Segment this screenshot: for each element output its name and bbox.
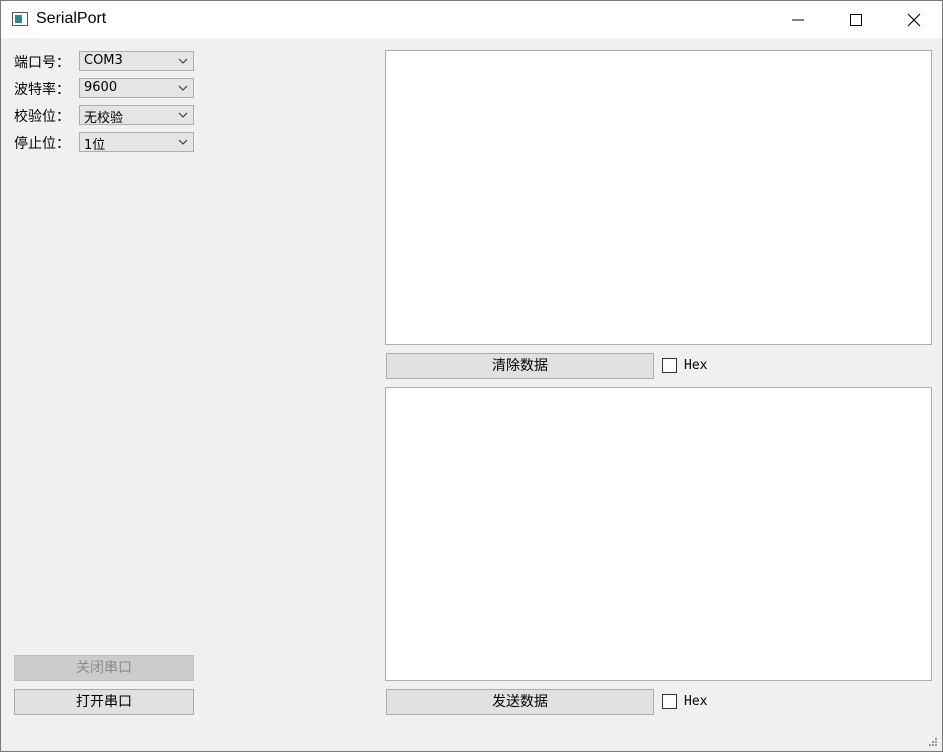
parity-value: 无校验 — [84, 111, 124, 126]
clear-data-button[interactable]: 清除数据 — [386, 353, 654, 379]
port-combobox[interactable]: COM3 — [79, 51, 194, 71]
receive-textarea[interactable] — [385, 50, 932, 345]
resize-grip-icon[interactable] — [928, 737, 938, 747]
send-hex-label: Hex — [684, 694, 708, 709]
parity-label: 校验位： — [14, 109, 70, 125]
baud-value: 9600 — [84, 80, 118, 95]
baud-label: 波特率： — [14, 82, 70, 98]
maximize-icon — [850, 14, 862, 26]
minimize-button[interactable] — [769, 1, 827, 38]
close-port-button[interactable]: 关闭串口 — [14, 655, 194, 681]
close-button[interactable] — [885, 1, 943, 38]
receive-hex-label: Hex — [684, 358, 708, 373]
minimize-icon — [792, 19, 804, 21]
port-label: 端口号： — [14, 55, 70, 71]
chevron-down-icon — [178, 85, 188, 91]
chevron-down-icon — [178, 58, 188, 64]
stopbits-combobox[interactable]: 1位 — [79, 132, 194, 153]
send-data-button[interactable]: 发送数据 — [386, 689, 654, 715]
stopbits-label: 停止位： — [14, 136, 70, 152]
receive-hex-checkbox[interactable] — [662, 358, 677, 373]
send-hex-checkbox[interactable] — [662, 694, 677, 709]
open-port-button[interactable]: 打开串口 — [14, 689, 194, 715]
window-icon — [12, 12, 28, 26]
send-textarea[interactable] — [385, 387, 932, 681]
window-title: SerialPort — [36, 10, 107, 27]
main-window: SerialPort 端口号： COM3 波特率： 9600 校验位： 无校验 … — [0, 0, 943, 752]
parity-combobox[interactable]: 无校验 — [79, 105, 194, 126]
close-icon — [907, 13, 921, 27]
stopbits-value: 1位 — [84, 138, 106, 153]
title-bar: SerialPort — [1, 1, 942, 38]
maximize-button[interactable] — [827, 1, 885, 38]
port-value: COM3 — [84, 53, 123, 68]
baud-combobox[interactable]: 9600 — [79, 78, 194, 98]
chevron-down-icon — [178, 139, 188, 145]
chevron-down-icon — [178, 112, 188, 118]
